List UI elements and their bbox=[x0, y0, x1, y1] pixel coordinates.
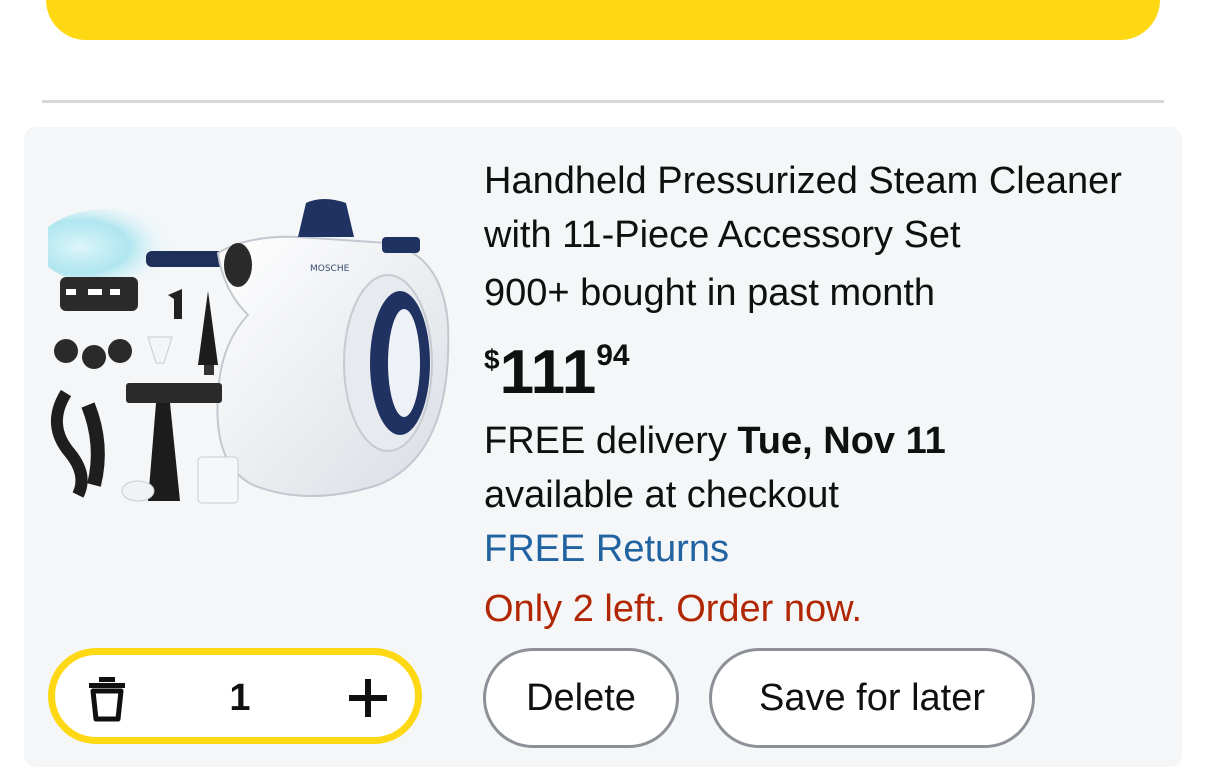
product-brand-label: MOSCHE bbox=[310, 264, 350, 274]
delivery-info: FREE delivery Tue, Nov 11 bbox=[484, 416, 946, 466]
save-for-later-button[interactable]: Save for later bbox=[709, 648, 1035, 748]
product-price: $11194 bbox=[484, 338, 630, 408]
availability-note: available at checkout bbox=[484, 474, 839, 516]
price-symbol: $ bbox=[484, 344, 500, 375]
price-whole: 111 bbox=[499, 338, 597, 407]
divider bbox=[42, 100, 1164, 103]
product-image[interactable]: MOSCHE bbox=[48, 195, 454, 513]
plus-icon[interactable] bbox=[347, 677, 389, 719]
delivery-date: Tue, Nov 11 bbox=[737, 420, 946, 462]
delete-button[interactable]: Delete bbox=[483, 648, 679, 748]
quantity-value: 1 bbox=[229, 677, 251, 719]
free-returns-link[interactable]: FREE Returns bbox=[484, 524, 729, 574]
delivery-prefix: FREE delivery bbox=[484, 420, 738, 462]
trash-icon[interactable] bbox=[85, 675, 129, 723]
price-fraction: 94 bbox=[596, 339, 630, 372]
proceed-to-checkout-button[interactable] bbox=[46, 0, 1160, 40]
quantity-stepper: 1 bbox=[48, 648, 422, 744]
product-title[interactable]: Handheld Pressurized Steam Cleaner with … bbox=[484, 154, 1144, 262]
purchase-count: 900+ bought in past month bbox=[484, 272, 936, 314]
stock-warning: Only 2 left. Order now. bbox=[484, 588, 863, 630]
